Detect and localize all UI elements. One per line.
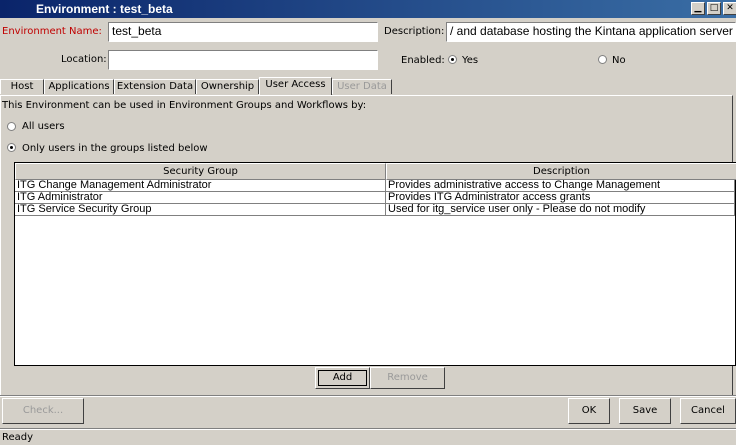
table-cell: Provides administrative access to Change…: [386, 180, 735, 192]
cancel-button[interactable]: Cancel: [680, 398, 736, 424]
footer-divider: [0, 395, 736, 397]
table-row[interactable]: ITG Service Security Group Used for itg_…: [15, 204, 735, 216]
enabled-yes-radio[interactable]: [448, 55, 457, 64]
tab-extension-data[interactable]: Extension Data: [114, 79, 196, 94]
save-button[interactable]: Save: [619, 398, 671, 424]
table-cell: ITG Change Management Administrator: [15, 180, 386, 192]
remove-button: Remove: [370, 367, 445, 389]
table-cell: ITG Administrator: [15, 192, 386, 204]
environment-name-input[interactable]: test_beta: [108, 22, 378, 42]
status-bar-text: Ready: [2, 432, 34, 443]
security-group-table: Security Group Description ITG Change Ma…: [14, 162, 736, 366]
table-cell: ITG Service Security Group: [15, 204, 386, 216]
ok-button[interactable]: OK: [568, 398, 610, 424]
table-cell: Provides ITG Administrator access grants: [386, 192, 735, 204]
close-icon[interactable]: ✕: [723, 2, 736, 15]
enabled-label: Enabled:: [401, 55, 445, 66]
environment-name-label: Environment Name:: [2, 26, 102, 37]
enabled-no-radio[interactable]: [598, 55, 607, 64]
add-button[interactable]: Add: [315, 367, 370, 389]
description-input[interactable]: / and database hosting the Kintana appli…: [446, 22, 736, 42]
enabled-yes-label[interactable]: Yes: [462, 55, 478, 66]
only-groups-label[interactable]: Only users in the groups listed below: [22, 143, 208, 154]
description-label: Description:: [384, 26, 445, 37]
check-button: Check...: [2, 398, 84, 424]
minimize-icon[interactable]: ▁: [691, 2, 705, 15]
table-cell: Used for itg_service user only - Please …: [386, 204, 735, 216]
environment-window: Environment : test_beta ▁ □ ✕ Environmen…: [0, 0, 736, 445]
column-header-security-group[interactable]: Security Group: [15, 163, 386, 180]
tab-ownership[interactable]: Ownership: [196, 79, 259, 94]
status-divider: [0, 428, 736, 430]
tab-strip: Host Applications Extension Data Ownersh…: [0, 77, 736, 95]
tab-user-access[interactable]: User Access: [259, 77, 332, 95]
enabled-no-label[interactable]: No: [612, 55, 626, 66]
all-users-radio[interactable]: [7, 122, 16, 131]
maximize-icon[interactable]: □: [707, 2, 721, 15]
location-input[interactable]: [108, 50, 378, 70]
location-label: Location:: [61, 54, 107, 65]
all-users-label[interactable]: All users: [22, 121, 65, 132]
window-title: Environment : test_beta: [36, 2, 173, 16]
title-bar[interactable]: Environment : test_beta ▁ □ ✕: [0, 0, 736, 18]
tab-applications[interactable]: Applications: [44, 79, 114, 94]
table-row[interactable]: ITG Administrator Provides ITG Administr…: [15, 192, 735, 204]
tab-user-data: User Data: [332, 79, 392, 94]
table-row[interactable]: ITG Change Management Administrator Prov…: [15, 180, 735, 192]
only-groups-radio[interactable]: [7, 143, 16, 152]
user-access-intro: This Environment can be used in Environm…: [2, 100, 367, 111]
column-header-description[interactable]: Description: [386, 163, 736, 180]
table-body: ITG Change Management Administrator Prov…: [15, 180, 735, 365]
tab-host[interactable]: Host: [0, 79, 44, 94]
table-header: Security Group Description: [15, 163, 736, 180]
